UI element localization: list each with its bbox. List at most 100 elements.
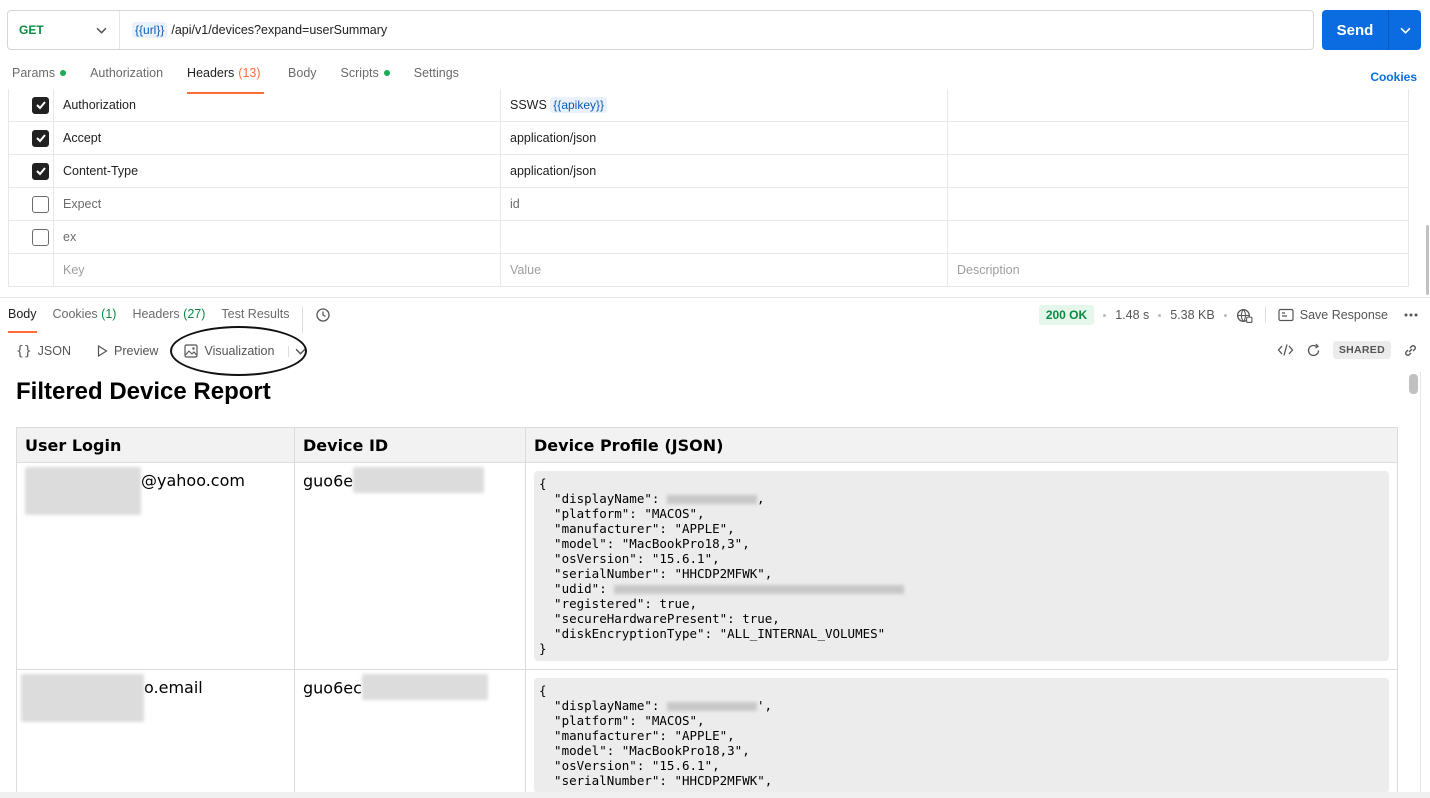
header-checkbox-cell bbox=[8, 89, 54, 121]
json-line: "platform": "MACOS", bbox=[539, 713, 705, 728]
status-badge[interactable]: 200 OK bbox=[1038, 305, 1095, 325]
headers-count: (13) bbox=[238, 66, 261, 80]
network-icon[interactable] bbox=[1236, 307, 1253, 324]
checkbox[interactable] bbox=[32, 228, 49, 246]
header-checkbox-cell bbox=[8, 155, 54, 187]
json-key: "displayName": bbox=[539, 491, 667, 506]
header-key[interactable]: Accept bbox=[54, 122, 501, 154]
redacted-block bbox=[25, 467, 141, 515]
redacted-block bbox=[614, 585, 905, 594]
save-response-icon bbox=[1278, 308, 1294, 322]
header-value[interactable]: id bbox=[501, 188, 948, 220]
redacted-block bbox=[666, 495, 757, 504]
tab-response-cookies[interactable]: Cookies (1) bbox=[53, 307, 117, 333]
history-icon[interactable] bbox=[301, 307, 331, 333]
tab-body-label: Body bbox=[288, 66, 317, 80]
table-header-row: User Login Device ID Device Profile (JSO… bbox=[16, 427, 1398, 463]
redacted-block bbox=[666, 702, 757, 711]
header-key[interactable]: ex bbox=[54, 221, 501, 253]
json-line: "udid": bbox=[539, 581, 1384, 596]
checkbox[interactable] bbox=[32, 129, 49, 147]
url-variable: {{url}} bbox=[132, 22, 168, 38]
headers-scrollbar[interactable] bbox=[1426, 225, 1429, 295]
tab-response-body[interactable]: Body bbox=[8, 307, 37, 333]
json-line: "secureHardwarePresent": true, bbox=[539, 611, 780, 626]
response-time[interactable]: 1.48 s bbox=[1115, 308, 1149, 322]
header-checkbox-cell bbox=[8, 221, 54, 253]
json-line: "manufacturer": "APPLE", bbox=[539, 728, 735, 743]
header-key[interactable]: Expect bbox=[54, 188, 501, 220]
header-description[interactable] bbox=[948, 188, 1409, 220]
json-block: { "displayName": , "platform": "MACOS", … bbox=[534, 471, 1389, 661]
header-row: Content-Type application/json bbox=[8, 155, 1409, 188]
braces-icon: {} bbox=[16, 343, 32, 359]
chevron-down-icon[interactable] bbox=[1389, 25, 1421, 36]
header-description[interactable] bbox=[948, 122, 1409, 154]
response-size[interactable]: 5.38 KB bbox=[1170, 308, 1214, 322]
url-input[interactable]: {{url}} /api/v1/devices?expand=userSumma… bbox=[120, 22, 387, 38]
view-json-label: JSON bbox=[37, 344, 71, 358]
view-preview-label: Preview bbox=[114, 344, 159, 358]
url-path: /api/v1/devices?expand=userSummary bbox=[171, 23, 388, 37]
json-line: "diskEncryptionType": "ALL_INTERNAL_VOLU… bbox=[539, 626, 886, 641]
tab-scripts-label: Scripts bbox=[340, 66, 379, 80]
header-checkbox-cell bbox=[8, 188, 54, 220]
request-bar: GET {{url}} /api/v1/devices?expand=userS… bbox=[7, 10, 1314, 50]
header-value[interactable]: application/json bbox=[501, 155, 948, 187]
active-dot bbox=[60, 70, 67, 76]
key-placeholder[interactable]: Key bbox=[54, 254, 501, 286]
header-description[interactable] bbox=[948, 155, 1409, 187]
method-label: GET bbox=[19, 23, 44, 37]
description-placeholder[interactable]: Description bbox=[948, 254, 1409, 286]
json-line: "osVersion": "15.6.1", bbox=[539, 551, 720, 566]
response-tabs: Body Cookies (1) Headers (27) Test Resul… bbox=[8, 307, 347, 333]
header-row: Authorization SSWS {{apikey}} bbox=[8, 89, 1409, 122]
shared-badge: SHARED bbox=[1332, 341, 1391, 359]
view-json-button[interactable]: {} JSON bbox=[16, 344, 71, 359]
header-value[interactable] bbox=[501, 221, 948, 253]
checkbox[interactable] bbox=[32, 96, 49, 114]
header-description[interactable] bbox=[948, 221, 1409, 253]
response-meta: 200 OK 1.48 s 5.38 KB Save Response bbox=[1038, 305, 1418, 325]
header-value[interactable]: SSWS {{apikey}} bbox=[501, 89, 948, 121]
separator bbox=[1103, 313, 1107, 317]
tab-test-results-label: Test Results bbox=[221, 307, 290, 321]
visualization-scrollbar[interactable] bbox=[1409, 374, 1418, 394]
send-label: Send bbox=[1336, 21, 1374, 39]
value-placeholder[interactable]: Value bbox=[501, 254, 948, 286]
view-preview-button[interactable]: Preview bbox=[97, 344, 158, 358]
tab-response-headers[interactable]: Headers (27) bbox=[132, 307, 205, 333]
send-button[interactable]: Send bbox=[1322, 10, 1421, 50]
code-icon[interactable] bbox=[1277, 343, 1294, 357]
refresh-icon[interactable] bbox=[1306, 343, 1321, 358]
checkbox[interactable] bbox=[32, 162, 49, 180]
method-select[interactable]: GET bbox=[8, 11, 120, 49]
tab-headers-label: Headers bbox=[187, 66, 235, 80]
save-response-button[interactable]: Save Response bbox=[1300, 308, 1388, 322]
json-line: "model": "MacBookPro18,3", bbox=[539, 536, 750, 551]
headers-table: Authorization SSWS {{apikey}} Accept app… bbox=[8, 89, 1409, 287]
link-icon[interactable] bbox=[1403, 343, 1418, 358]
more-options-icon[interactable] bbox=[1404, 313, 1418, 317]
visualization-pane: Filtered Device Report User Login Device… bbox=[0, 372, 1406, 792]
checkbox[interactable] bbox=[32, 195, 49, 213]
cookies-link[interactable]: Cookies bbox=[1370, 70, 1417, 84]
header-description[interactable] bbox=[948, 89, 1409, 121]
json-line: } bbox=[539, 641, 547, 656]
json-line: "platform": "MACOS", bbox=[539, 506, 705, 521]
visualization-tools: SHARED bbox=[1277, 341, 1418, 359]
user-login-cell: @yahoo.com bbox=[16, 462, 295, 670]
json-line: "serialNumber": "HHCDP2MFWK", bbox=[539, 773, 773, 788]
json-block: { "displayName": ', "platform": "MACOS",… bbox=[534, 678, 1389, 792]
device-id-prefix: guo6e bbox=[303, 471, 354, 491]
header-key[interactable]: Authorization bbox=[54, 89, 501, 121]
header-key[interactable]: Content-Type bbox=[54, 155, 501, 187]
tab-response-headers-label: Headers bbox=[132, 307, 180, 321]
table-row: @yahoo.com guo6e { "displayName": , "pla… bbox=[16, 462, 1398, 670]
header-value-variable: {{apikey}} bbox=[550, 97, 608, 113]
active-dot bbox=[383, 70, 390, 76]
device-id-prefix: guo6ec bbox=[303, 678, 362, 698]
device-profile-cell: { "displayName": , "platform": "MACOS", … bbox=[525, 462, 1398, 670]
header-value[interactable]: application/json bbox=[501, 122, 948, 154]
device-profile-cell: { "displayName": ', "platform": "MACOS",… bbox=[525, 669, 1398, 792]
